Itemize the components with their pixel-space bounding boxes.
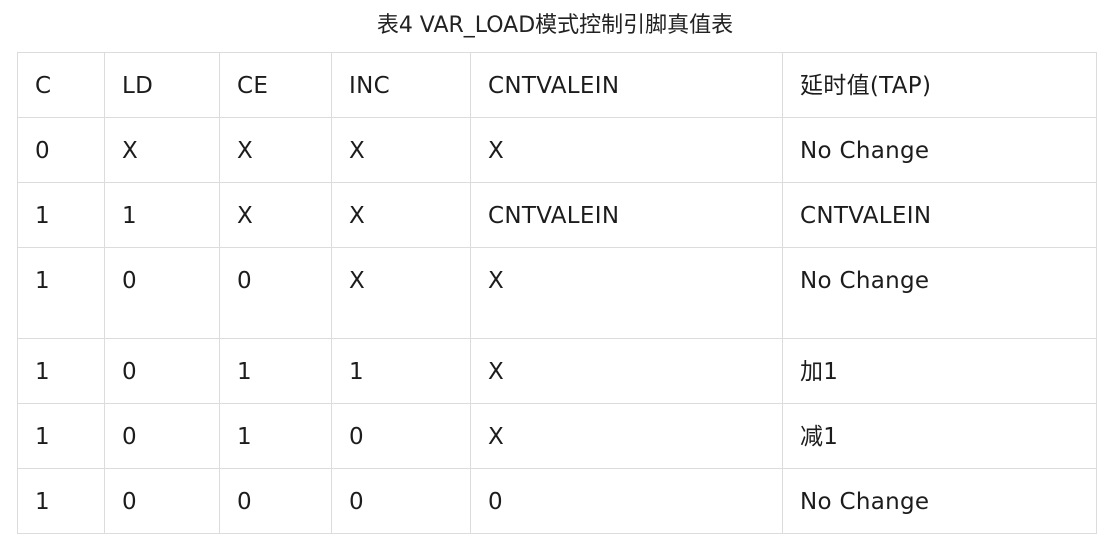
- table-cell: 0: [17, 117, 105, 183]
- table-cell: 1: [17, 247, 105, 339]
- table-cell: 1: [104, 182, 220, 248]
- table-row: 1 1 X X CNTVALEIN CNTVALEIN: [17, 182, 1097, 248]
- table-cell: X: [470, 117, 783, 183]
- table-cell: X: [331, 182, 471, 248]
- table-cell: 0: [219, 468, 332, 534]
- table-row: 1 0 1 1 X 加1: [17, 338, 1097, 404]
- table-row: 1 0 0 X X No Change: [17, 247, 1097, 339]
- table-cell: 0: [331, 403, 471, 469]
- table-cell: X: [470, 403, 783, 469]
- table-cell: 1: [17, 403, 105, 469]
- table-cell: 0: [219, 247, 332, 339]
- header-cell-c: C: [17, 52, 105, 118]
- table-cell: 1: [17, 338, 105, 404]
- header-cell-tap: 延时值(TAP): [782, 52, 1097, 118]
- table-header-row: C LD CE INC CNTVALEIN 延时值(TAP): [17, 52, 1097, 118]
- table-cell: CNTVALEIN: [782, 182, 1097, 248]
- table-row: 1 0 0 0 0 No Change: [17, 468, 1097, 534]
- truth-table: C LD CE INC CNTVALEIN 延时值(TAP) 0 X X X X…: [17, 52, 1097, 534]
- table-cell: 0: [470, 468, 783, 534]
- table-cell: 1: [331, 338, 471, 404]
- table-cell: 加1: [782, 338, 1097, 404]
- table-cell: 1: [219, 338, 332, 404]
- table-cell: X: [219, 117, 332, 183]
- table-cell: No Change: [782, 468, 1097, 534]
- header-cell-ld: LD: [104, 52, 220, 118]
- table-cell: 1: [17, 182, 105, 248]
- table-cell: 0: [331, 468, 471, 534]
- table-cell: 0: [104, 247, 220, 339]
- table-caption: 表4 VAR_LOAD模式控制引脚真值表: [376, 13, 734, 38]
- header-cell-ce: CE: [219, 52, 332, 118]
- table-cell: No Change: [782, 247, 1097, 339]
- table-cell: X: [331, 117, 471, 183]
- table-cell: X: [470, 247, 783, 339]
- table-cell: No Change: [782, 117, 1097, 183]
- table-cell: X: [331, 247, 471, 339]
- table-cell: CNTVALEIN: [470, 182, 783, 248]
- table-cell: 1: [17, 468, 105, 534]
- table-cell: X: [219, 182, 332, 248]
- table-cell: X: [470, 338, 783, 404]
- header-cell-cntvalein: CNTVALEIN: [470, 52, 783, 118]
- table-cell: 0: [104, 403, 220, 469]
- table-cell: 1: [219, 403, 332, 469]
- table-cell: 减1: [782, 403, 1097, 469]
- table-row: 0 X X X X No Change: [17, 117, 1097, 183]
- table-cell: X: [104, 117, 220, 183]
- table-row: 1 0 1 0 X 减1: [17, 403, 1097, 469]
- header-cell-inc: INC: [331, 52, 471, 118]
- table-cell: 0: [104, 468, 220, 534]
- table-cell: 0: [104, 338, 220, 404]
